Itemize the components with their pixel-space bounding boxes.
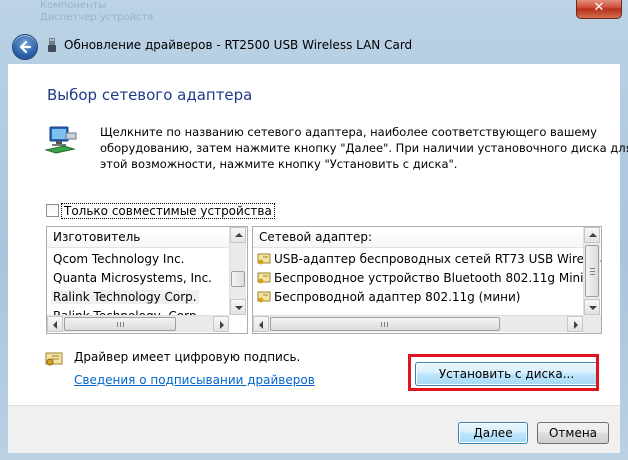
scroll-up-button[interactable] bbox=[230, 227, 246, 243]
background-hint-line: Диспетчер устройств bbox=[40, 12, 154, 23]
background-hint-line: Компоненты bbox=[40, 0, 107, 11]
instructions-line: этой возможности, нажмите кнопку "Устано… bbox=[100, 157, 458, 171]
highlight-annotation bbox=[408, 354, 599, 391]
list-item-label: Quanta Microsystems, Inc. bbox=[53, 271, 212, 285]
thumb-grip bbox=[590, 271, 595, 272]
scroll-right-arrow-icon bbox=[220, 321, 224, 329]
list-item[interactable]: USB-адаптер беспроводных сетей RT73 USB … bbox=[257, 250, 602, 269]
manufacturer-horizontal-scrollbar[interactable] bbox=[47, 315, 229, 332]
scroll-thumb[interactable] bbox=[270, 317, 500, 331]
scroll-right-arrow-icon bbox=[574, 321, 578, 329]
scroll-down-arrow-icon bbox=[235, 306, 243, 310]
manufacturer-list-header: Изготовитель bbox=[47, 227, 247, 248]
scroll-right-button[interactable] bbox=[567, 316, 583, 332]
scroll-thumb[interactable] bbox=[231, 271, 245, 287]
adapter-vertical-scrollbar[interactable] bbox=[583, 227, 600, 315]
thumb-grip bbox=[381, 322, 382, 327]
list-item-label: Qcom Technology Inc. bbox=[53, 252, 185, 266]
back-arrow-icon bbox=[19, 40, 32, 54]
manufacturer-vertical-scrollbar[interactable] bbox=[229, 227, 246, 315]
usb-device-icon bbox=[48, 38, 56, 52]
button-bar bbox=[8, 405, 620, 453]
manufacturer-list[interactable]: Изготовитель Qcom Technology Inc. Quanta… bbox=[46, 226, 248, 334]
list-item[interactable]: Беспроводной адаптер 802.11g (мини) bbox=[257, 288, 520, 307]
thumb-grip bbox=[120, 322, 121, 327]
thumb-grip bbox=[590, 274, 595, 275]
thumb-grip bbox=[590, 268, 595, 269]
scrollbar-corner bbox=[583, 315, 601, 333]
scroll-left-arrow-icon bbox=[259, 321, 263, 329]
window-title: Обновление драйверов - RT2500 USB Wirele… bbox=[64, 38, 413, 52]
scroll-up-arrow-icon bbox=[235, 233, 243, 237]
next-button[interactable]: Далее bbox=[458, 422, 528, 444]
thumb-grip bbox=[387, 322, 388, 327]
checkbox-box[interactable] bbox=[46, 204, 59, 217]
scroll-thumb[interactable] bbox=[64, 317, 176, 331]
scroll-left-arrow-icon bbox=[53, 321, 57, 329]
list-item-label: Ralink Technology Corp. bbox=[51, 290, 199, 304]
thumb-grip bbox=[117, 322, 118, 327]
list-item-label: Беспроводной адаптер 802.11g (мини) bbox=[274, 290, 521, 304]
thumb-grip bbox=[123, 322, 124, 327]
back-button[interactable] bbox=[12, 34, 38, 60]
scroll-left-button[interactable] bbox=[47, 316, 63, 332]
scroll-up-button[interactable] bbox=[584, 227, 600, 243]
driver-signing-info-link[interactable]: Сведения о подписывании драйверов bbox=[74, 373, 315, 387]
scroll-left-button[interactable] bbox=[253, 316, 269, 332]
scroll-down-button[interactable] bbox=[584, 299, 600, 315]
certificate-icon bbox=[257, 272, 271, 284]
list-item-selected[interactable]: Ralink Technology Corp. bbox=[51, 288, 199, 307]
thumb-grip bbox=[384, 322, 385, 327]
list-item[interactable]: Qcom Technology Inc. bbox=[53, 250, 184, 269]
list-item-label: Беспроводное устройство Bluetooth 802.11… bbox=[274, 271, 602, 285]
network-adapter-list[interactable]: Сетевой адаптер: USB-адаптер беспроводны… bbox=[252, 226, 602, 334]
scroll-right-button[interactable] bbox=[213, 316, 229, 332]
compatible-only-label[interactable]: Только совместимые устройства bbox=[61, 203, 275, 219]
certificate-icon bbox=[45, 352, 63, 366]
network-adapter-icon bbox=[44, 126, 77, 154]
certificate-icon bbox=[257, 253, 271, 265]
list-item[interactable]: Quanta Microsystems, Inc. bbox=[53, 269, 212, 288]
instructions-line: Щелкните по названию сетевого адаптера, … bbox=[100, 125, 597, 139]
window-close-button[interactable]: ✕ bbox=[576, 0, 622, 19]
digital-signature-status: Драйвер имеет цифровую подпись. bbox=[74, 350, 301, 364]
network-adapter-list-header: Сетевой адаптер: bbox=[253, 227, 601, 248]
list-item-label: USB-адаптер беспроводных сетей RT73 USB … bbox=[274, 252, 602, 266]
instructions-text: Щелкните по названию сетевого адаптера, … bbox=[100, 124, 628, 172]
certificate-icon bbox=[257, 291, 271, 303]
adapter-horizontal-scrollbar[interactable] bbox=[253, 315, 583, 332]
background-window-hint: Компоненты Диспетчер устройств bbox=[40, 0, 220, 24]
list-item[interactable]: Беспроводное устройство Bluetooth 802.11… bbox=[257, 269, 602, 288]
close-icon: ✕ bbox=[593, 0, 605, 15]
scroll-up-arrow-icon bbox=[589, 233, 597, 237]
scroll-down-button[interactable] bbox=[230, 299, 246, 315]
instructions-line: оборудованию, затем нажмите кнопку "Дале… bbox=[100, 141, 628, 155]
page-title: Выбор сетевого адаптера bbox=[47, 86, 253, 104]
scroll-down-arrow-icon bbox=[589, 306, 597, 310]
cancel-button[interactable]: Отмена bbox=[537, 422, 609, 444]
scroll-thumb[interactable] bbox=[585, 245, 599, 297]
